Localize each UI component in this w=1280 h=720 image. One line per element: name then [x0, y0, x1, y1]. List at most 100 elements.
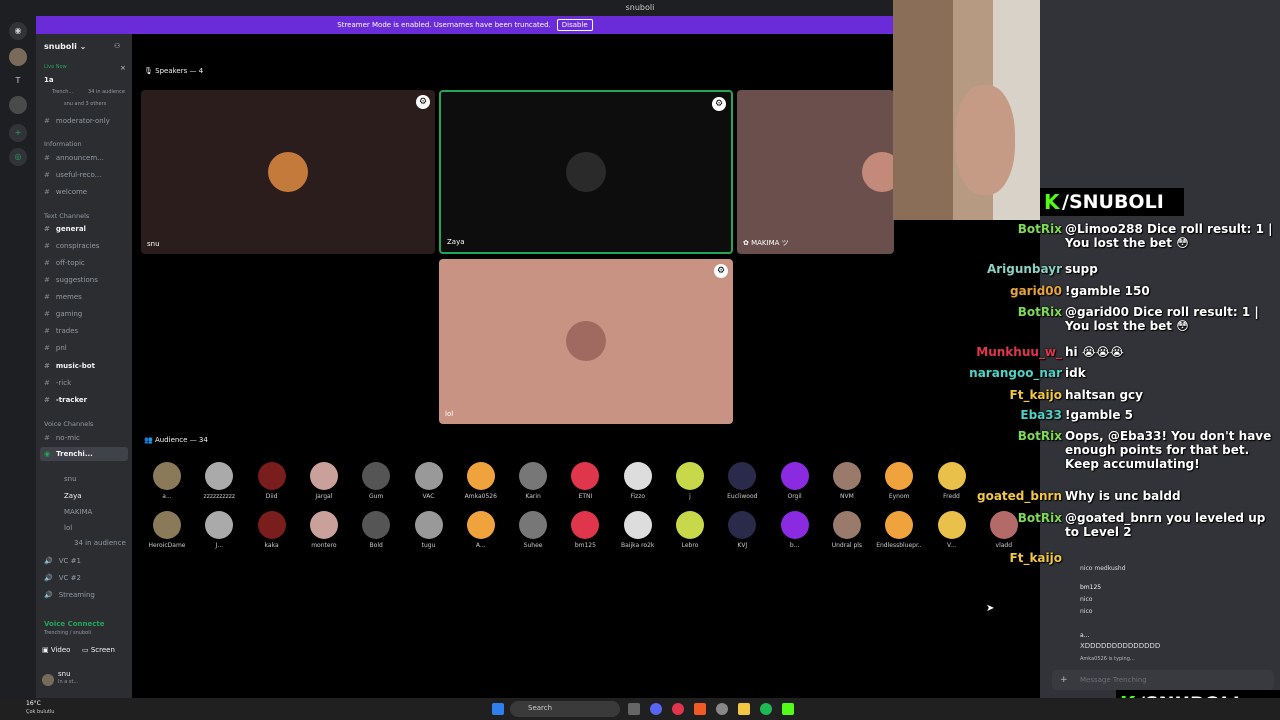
audience-member[interactable]: V...	[929, 511, 975, 549]
audience-member[interactable]: Eucliwood	[719, 462, 765, 500]
audience-avatar	[153, 462, 181, 490]
channel-off-topic[interactable]: # off-topic	[44, 256, 128, 270]
category-information[interactable]: Information	[44, 140, 82, 148]
stream-settings-icon[interactable]: ⚙	[416, 95, 430, 109]
audience-member[interactable]: KVJ	[719, 511, 765, 549]
audience-member[interactable]: Baijka ro2k	[615, 511, 661, 549]
stage-member-zaya[interactable]: Zaya	[64, 489, 128, 503]
channel-tracker[interactable]: # -tracker	[44, 393, 128, 407]
obs-taskbar-icon[interactable]	[716, 703, 728, 715]
audience-member[interactable]: Undral pls	[824, 511, 870, 549]
channel-useful-resources[interactable]: # useful-reco...	[44, 168, 128, 182]
top-item[interactable]: 1a	[44, 76, 128, 84]
user-avatar[interactable]	[42, 674, 54, 686]
audience-member[interactable]: j	[667, 462, 713, 500]
channel-welcome[interactable]: # welcome	[44, 185, 128, 199]
audience-member[interactable]: Jargal	[301, 462, 347, 500]
channel-no-mic[interactable]: # no-mic	[44, 431, 128, 445]
audience-member[interactable]: ETNI	[562, 462, 608, 500]
speaker-tile-lol[interactable]: ⚙ lol	[439, 259, 733, 424]
close-icon[interactable]: ×	[120, 64, 128, 72]
category-voice-channels[interactable]: Voice Channels	[44, 420, 93, 428]
stream-settings-icon[interactable]: ⚙	[712, 97, 726, 111]
server-icon-snuboli[interactable]	[9, 48, 27, 66]
channel-memes[interactable]: # memes	[44, 290, 128, 304]
audience-member[interactable]: b...	[772, 511, 818, 549]
voice-channel-streaming[interactable]: 🔊 Streaming	[44, 588, 128, 602]
audience-member[interactable]: Fredd	[929, 462, 975, 500]
audience-member[interactable]: Bold	[353, 511, 399, 549]
disable-button[interactable]: Disable	[556, 19, 593, 31]
audience-member[interactable]: Orgil	[772, 462, 818, 500]
kick-taskbar-icon[interactable]	[782, 703, 794, 715]
channel-music-bot[interactable]: # music-bot	[44, 359, 128, 373]
audience-member[interactable]: A...	[458, 511, 504, 549]
video-button[interactable]: ▣ Video	[42, 646, 82, 656]
windows-start-icon[interactable]	[492, 703, 504, 715]
discord-home-icon[interactable]: ◉	[9, 22, 27, 40]
channel-conspiracies[interactable]: # conspiracies	[44, 239, 128, 253]
audience-member[interactable]: a...	[144, 462, 190, 500]
audience-member[interactable]: kaka	[249, 511, 295, 549]
channel-gaming[interactable]: # gaming	[44, 307, 128, 321]
audience-member[interactable]: zzzzzzzzzz	[196, 462, 242, 500]
audience-member[interactable]: Lebro	[667, 511, 713, 549]
category-text-channels[interactable]: Text Channels	[44, 212, 89, 220]
speaker-avatar	[566, 152, 606, 192]
audience-member[interactable]: Amka0526	[458, 462, 504, 500]
audience-member[interactable]: Endlessbluepr...	[876, 511, 922, 549]
stage-member-makima[interactable]: MAKIMA	[64, 505, 128, 519]
voice-channel-vc1[interactable]: 🔊 VC #1	[44, 554, 128, 568]
channel-announcements[interactable]: # announcem...	[44, 151, 128, 165]
audience-member[interactable]: Eynom	[876, 462, 922, 500]
audience-member[interactable]: HeroicDame	[144, 511, 190, 549]
audience-member[interactable]: VAC	[406, 462, 452, 500]
channel-suggestions[interactable]: # suggestions	[44, 273, 128, 287]
weather-temp[interactable]: 16°C	[26, 700, 41, 707]
opera-taskbar-icon[interactable]	[672, 703, 684, 715]
spotify-taskbar-icon[interactable]	[760, 703, 772, 715]
add-member-icon[interactable]: ⚇	[114, 42, 128, 50]
voice-connected-status[interactable]: Voice Connecte	[44, 620, 128, 628]
user-name[interactable]: snu	[58, 670, 128, 678]
audience-member[interactable]: montero	[301, 511, 347, 549]
audience-member[interactable]: Fizzo	[615, 462, 661, 500]
channel-moderator-only[interactable]: # moderator-only	[44, 114, 128, 128]
brave-taskbar-icon[interactable]	[694, 703, 706, 715]
screen-button[interactable]: ▭ Screen	[82, 646, 128, 656]
discord-taskbar-icon[interactable]	[650, 703, 662, 715]
audience-member[interactable]: bm125	[562, 511, 608, 549]
taskbar-search[interactable]: Search	[510, 701, 620, 717]
channel-general[interactable]: # general	[44, 222, 128, 236]
speaker-tile-zaya[interactable]: ⚙ Zaya	[439, 90, 733, 254]
message-input[interactable]: + Message Trenching	[1052, 670, 1274, 690]
audience-member[interactable]: NVM	[824, 462, 870, 500]
add-server-icon[interactable]: +	[9, 124, 27, 142]
chat-username: narangoo_nar	[969, 366, 1062, 380]
channel-pnl[interactable]: # pnl	[44, 341, 128, 355]
channel-rick[interactable]: # -rick	[44, 376, 128, 390]
speaker-tile-snu[interactable]: ⚙ snu	[141, 90, 435, 254]
stage-member-lol[interactable]: lol	[64, 521, 128, 535]
voice-channel-vc2[interactable]: 🔊 VC #2	[44, 571, 128, 585]
task-view-icon[interactable]	[628, 703, 640, 715]
server-icon-other[interactable]	[9, 96, 27, 114]
audience-member[interactable]: J...	[196, 511, 242, 549]
stream-settings-icon[interactable]: ⚙	[714, 264, 728, 278]
stage-channel-trenching[interactable]: ◉ Trenchi...	[40, 447, 128, 461]
audience-member[interactable]: Karin	[510, 462, 556, 500]
add-attachment-icon[interactable]: +	[1060, 675, 1068, 685]
channel-trades[interactable]: # trades	[44, 324, 128, 338]
chat-username: Ft_kaijo	[1009, 388, 1062, 402]
audience-member[interactable]: tugu	[406, 511, 452, 549]
audience-member[interactable]: Suhee	[510, 511, 556, 549]
stage-member-snu[interactable]: snu	[64, 472, 128, 486]
speaker-avatar	[862, 152, 894, 192]
server-icon-t[interactable]: T	[9, 72, 27, 90]
explore-icon[interactable]: ◎	[9, 148, 27, 166]
voice-connected-channel[interactable]: Trenching / snuboli	[44, 630, 128, 636]
file-explorer-icon[interactable]	[738, 703, 750, 715]
audience-member[interactable]: Gum	[353, 462, 399, 500]
audience-member[interactable]: Diid	[249, 462, 295, 500]
speaker-tile-makima[interactable]: ✿ MAKIMA ツ	[737, 90, 894, 254]
